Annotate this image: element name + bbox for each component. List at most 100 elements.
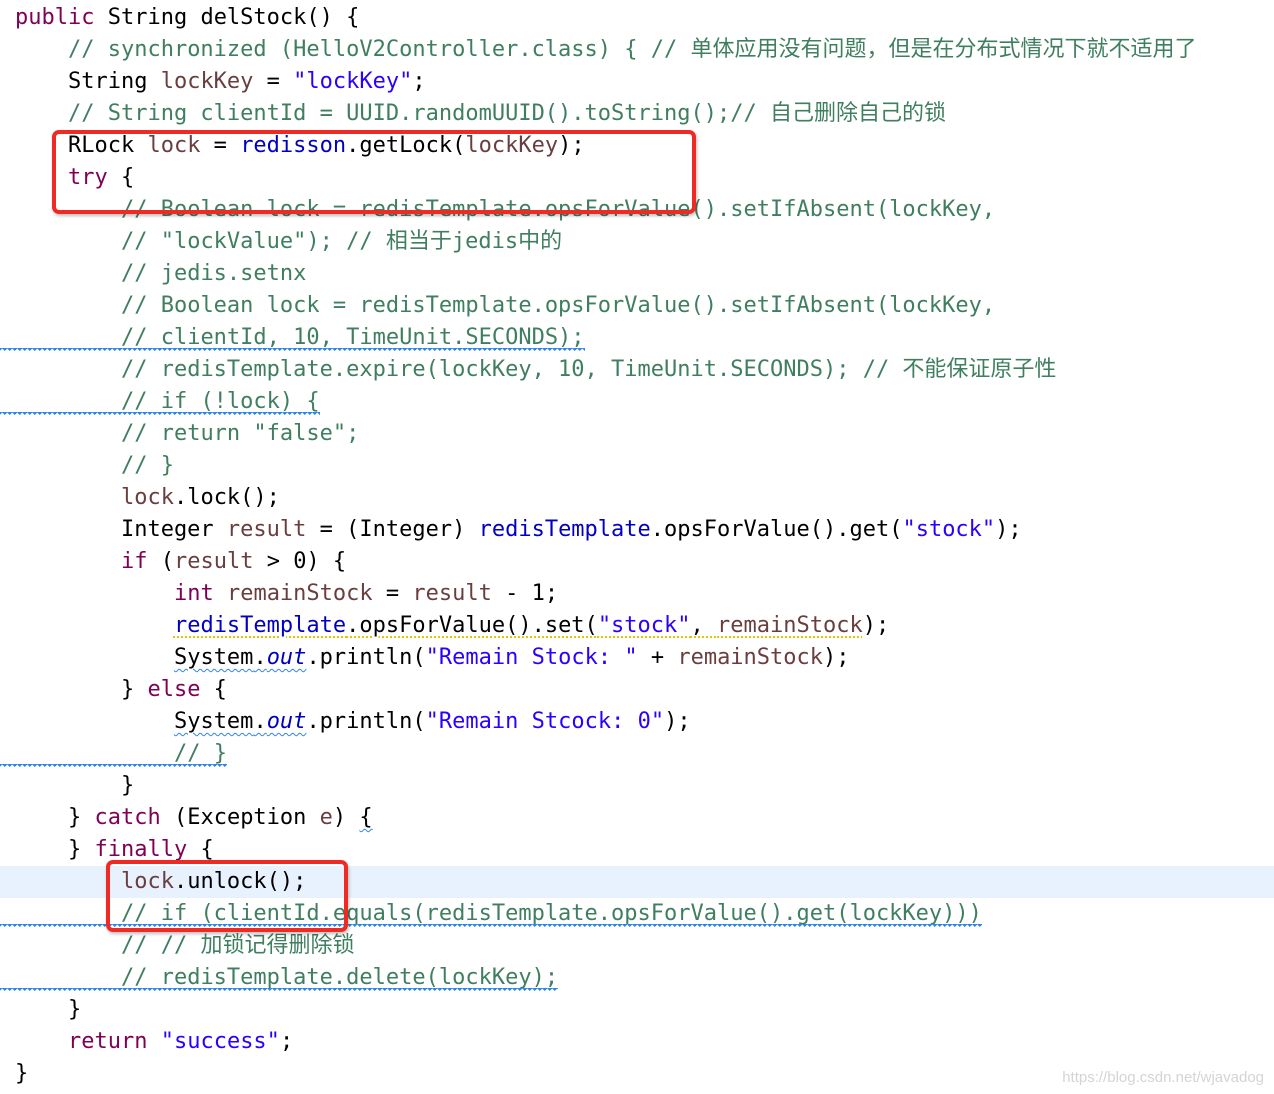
code-line[interactable]: System.out.println("Remain Stock: " + re… [0, 642, 1274, 674]
string-token: "success" [160, 1029, 280, 1054]
code-line-content: // jedis.setnx [0, 258, 306, 290]
code-line-content: // return "false"; [0, 418, 359, 450]
code-token: ; [279, 1029, 294, 1054]
code-token: } [15, 997, 82, 1022]
code-token: . [253, 645, 267, 670]
code-line-content: // } [0, 738, 227, 770]
code-token: } [15, 677, 148, 702]
code-token: = [253, 69, 294, 94]
code-line[interactable]: // synchronized (HelloV2Controller.class… [0, 34, 1274, 66]
keyword-token: catch [94, 805, 161, 830]
code-line[interactable]: // String clientId = UUID.randomUUID().t… [0, 98, 1274, 130]
code-line-content: // String clientId = UUID.randomUUID().t… [0, 98, 946, 130]
code-line[interactable]: redisTemplate.opsForValue().set("stock",… [0, 610, 1274, 642]
code-line[interactable]: // Boolean lock = redisTemplate.opsForVa… [0, 290, 1274, 322]
code-token: , [690, 613, 718, 638]
code-line[interactable]: } catch (Exception e) { [0, 802, 1274, 834]
code-token: - 1; [491, 581, 559, 606]
code-line[interactable]: public String delStock() { [0, 2, 1274, 34]
code-line[interactable]: RLock lock = redisson.getLock(lockKey); [0, 130, 1274, 162]
code-token: { [107, 165, 135, 190]
code-line[interactable]: Integer result = (Integer) redisTemplate… [0, 514, 1274, 546]
code-line[interactable]: // redisTemplate.expire(lockKey, 10, Tim… [0, 354, 1274, 386]
string-token: "stock" [597, 613, 691, 638]
code-line-content: // Boolean lock = redisTemplate.opsForVa… [0, 194, 995, 226]
code-line-content: // Boolean lock = redisTemplate.opsForVa… [0, 290, 995, 322]
code-line[interactable]: // if (clientId.equals(redisTemplate.ops… [0, 898, 1274, 930]
code-line[interactable]: } finally { [0, 834, 1274, 866]
comment-token: // Boolean lock = redisTemplate.opsForVa… [120, 293, 996, 318]
keyword-token: if [120, 549, 148, 574]
comment-token: // synchronized (HelloV2Controller.class… [67, 37, 1197, 62]
code-line-current[interactable]: lock.unlock(); [0, 866, 1274, 898]
comment-token: // if (!lock) { [120, 389, 320, 414]
code-line[interactable]: // } [0, 738, 1274, 770]
string-token: "Remain Stcock: 0" [425, 709, 665, 734]
code-token: .println( [306, 645, 426, 670]
code-line[interactable]: lock.lock(); [0, 482, 1274, 514]
code-line[interactable]: } [0, 994, 1274, 1026]
code-line-content: System.out.println("Remain Stcock: 0"); [0, 706, 691, 738]
code-token: ); [862, 613, 890, 638]
code-line-content: } finally { [0, 834, 214, 866]
code-line[interactable]: // } [0, 450, 1274, 482]
code-token: . [253, 709, 267, 734]
code-line[interactable]: if (result > 0) { [0, 546, 1274, 578]
variable-token: lockKey [160, 69, 254, 94]
code-line-content: RLock lock = redisson.getLock(lockKey); [0, 130, 585, 162]
code-token: ) [332, 805, 360, 830]
code-line[interactable]: String lockKey = "lockKey"; [0, 66, 1274, 98]
code-line[interactable]: // if (!lock) { [0, 386, 1274, 418]
keyword-token: public [15, 5, 95, 30]
code-line-content: lock.unlock(); [0, 866, 306, 898]
code-line[interactable]: // jedis.setnx [0, 258, 1274, 290]
code-line[interactable]: try { [0, 162, 1274, 194]
keyword-token: return [67, 1029, 148, 1054]
code-line-content: redisTemplate.opsForValue().set("stock",… [0, 610, 889, 642]
code-line[interactable]: System.out.println("Remain Stcock: 0"); [0, 706, 1274, 738]
code-line[interactable]: // // 加锁记得删除锁 [0, 930, 1274, 962]
code-token: .opsForValue().get( [650, 517, 903, 542]
code-token: .println( [306, 709, 426, 734]
code-line-content: Integer result = (Integer) redisTemplate… [0, 514, 1022, 546]
code-line[interactable]: return "success"; [0, 1026, 1274, 1058]
comment-token: // redisTemplate.delete(lockKey); [120, 965, 559, 990]
comment-token: // jedis.setnx [120, 261, 307, 286]
comment-token: // return "false"; [120, 421, 360, 446]
code-token: ); [995, 517, 1022, 542]
code-line[interactable]: // Boolean lock = redisTemplate.opsForVa… [0, 194, 1274, 226]
code-token: ); [823, 645, 850, 670]
code-line[interactable]: // clientId, 10, TimeUnit.SECONDS); [0, 322, 1274, 354]
code-line-content: try { [0, 162, 134, 194]
code-line[interactable]: } [0, 770, 1274, 802]
code-line-content: if (result > 0) { [0, 546, 346, 578]
code-line-content: int remainStock = result - 1; [0, 578, 558, 610]
code-line[interactable]: // redisTemplate.delete(lockKey); [0, 962, 1274, 994]
code-line[interactable]: int remainStock = result - 1; [0, 578, 1274, 610]
code-token: .opsForValue().set( [346, 613, 598, 638]
code-line-content: // if (!lock) { [0, 386, 320, 418]
code-line[interactable]: // return "false"; [0, 418, 1274, 450]
keyword-token: try [67, 165, 108, 190]
comment-token: // // 加锁记得删除锁 [120, 933, 355, 958]
code-token: = [200, 133, 241, 158]
string-token: "Remain Stock: " [425, 645, 638, 670]
code-line-content: } else { [0, 674, 227, 706]
comment-token: // if (clientId.equals(redisTemplate.ops… [120, 901, 982, 926]
code-line[interactable]: // "lockValue"); // 相当于jedis中的 [0, 226, 1274, 258]
static-field-token: out [266, 709, 307, 734]
code-editor[interactable]: public String delStock() { // synchroniz… [0, 2, 1274, 1090]
comment-token: // redisTemplate.expire(lockKey, 10, Tim… [120, 357, 1057, 382]
code-line[interactable]: } else { [0, 674, 1274, 706]
field-token: redisTemplate [173, 613, 347, 638]
